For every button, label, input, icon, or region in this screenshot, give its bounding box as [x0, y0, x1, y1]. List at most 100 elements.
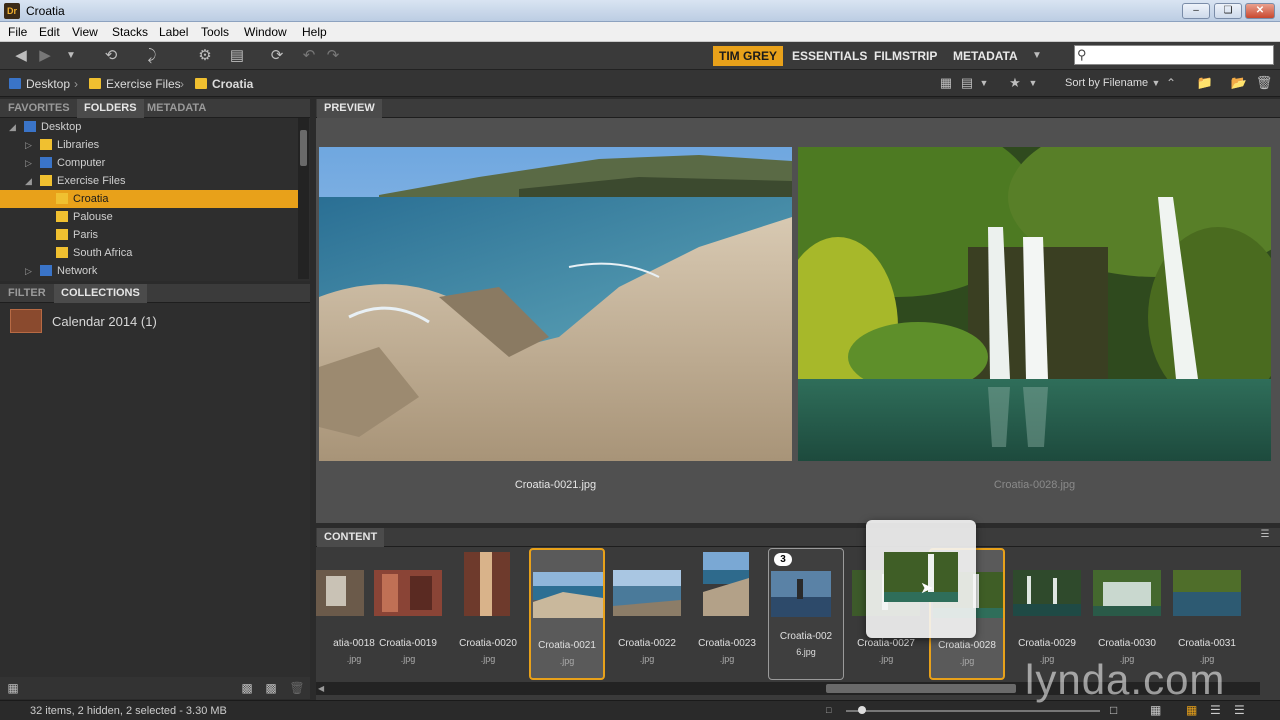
tree-item-croatia[interactable]: Croatia [0, 190, 298, 208]
thumbnail[interactable]: Croatia-0020 .jpg [450, 548, 526, 680]
rotate-left-icon[interactable]: ↶ [300, 47, 318, 65]
star-filter-icon[interactable]: ★ [1006, 74, 1024, 92]
open-in-camera-raw-icon[interactable]: ▤ [228, 47, 246, 65]
expand-triangle-icon[interactable]: ◢ [25, 172, 32, 190]
sync-icon[interactable]: ⟳ [268, 47, 286, 65]
tree-item-computer[interactable]: ▷ Computer [0, 154, 298, 172]
thumbnail-size-slider[interactable] [846, 710, 1100, 712]
thumbnail[interactable]: Croatia-0022 .jpg [609, 548, 685, 680]
chevron-down-icon[interactable]: ▼ [975, 74, 993, 92]
zoom-out-icon[interactable]: □ [826, 705, 831, 715]
view-mode-icon[interactable]: ▤ [958, 74, 976, 92]
collection-item[interactable]: Calendar 2014 (1) [52, 314, 157, 329]
tab-preview[interactable]: PREVIEW [317, 99, 382, 118]
tree-item-exercise-files[interactable]: ◢ Exercise Files [0, 172, 298, 190]
boomerang-icon[interactable]: ⟲ [102, 47, 120, 65]
back-arrow-icon[interactable]: ◀ [12, 47, 30, 65]
breadcrumb-desktop[interactable]: Desktop [26, 77, 70, 91]
menu-help[interactable]: Help [302, 25, 327, 39]
thumbnail[interactable]: Croatia-0023 .jpg [689, 548, 765, 680]
breadcrumb-croatia[interactable]: Croatia [212, 77, 253, 91]
tree-item-palouse[interactable]: Palouse [0, 208, 298, 226]
expand-triangle-icon[interactable]: ◢ [9, 118, 16, 136]
scroll-thumb[interactable] [300, 130, 307, 166]
cursor-icon: ➤ [920, 580, 934, 597]
delete-collection-icon[interactable]: 🗑 [288, 679, 306, 697]
workspace-filmstrip[interactable]: FILMSTRIP [868, 46, 943, 66]
breadcrumb-separator-icon: › [74, 77, 78, 91]
menu-edit[interactable]: Edit [39, 25, 60, 39]
collections-panel: FILTER COLLECTIONS Calendar 2014 (1) [0, 284, 310, 677]
panel-menu-icon[interactable]: ☰ [1256, 526, 1274, 544]
thumbnail-selected[interactable]: Croatia-0021 .jpg [529, 548, 605, 680]
new-collection-icon[interactable]: ▩ [262, 679, 280, 697]
details-view-icon[interactable]: ☰ [1210, 703, 1221, 717]
collapse-triangle-icon[interactable]: ▷ [25, 154, 32, 172]
quality-icon[interactable]: ▦ [937, 74, 955, 92]
folders-scrollbar[interactable] [298, 118, 309, 279]
menu-view[interactable]: View [72, 25, 98, 39]
new-smart-collection-icon[interactable]: ▩ [238, 679, 256, 697]
stack-count-badge[interactable]: 3 [774, 553, 792, 566]
zoom-in-icon[interactable]: □ [1110, 703, 1117, 717]
thumbnail-view-icon[interactable]: ▦ [1186, 703, 1197, 717]
trash-icon[interactable]: 🗑 [1255, 74, 1273, 92]
preview-image-waterfall[interactable] [798, 147, 1271, 461]
tab-metadata[interactable]: METADATA [140, 99, 213, 118]
tab-content[interactable]: CONTENT [317, 528, 385, 547]
chevron-down-icon[interactable]: ▼ [62, 47, 80, 65]
network-icon [40, 265, 52, 276]
menu-label[interactable]: Label [159, 25, 188, 39]
collection-icon [10, 309, 42, 333]
workspace-chevron-down-icon[interactable]: ▼ [1028, 47, 1046, 65]
refine-icon[interactable]: ⚙ [196, 47, 214, 65]
menu-tools[interactable]: Tools [201, 25, 229, 39]
scroll-left-icon[interactable]: ◀ [318, 684, 324, 693]
grid-view-icon[interactable]: ▦ [1150, 703, 1161, 717]
new-folder-icon[interactable]: 📂 [1230, 74, 1248, 92]
restore-button[interactable]: ❏ [1214, 3, 1242, 19]
chevron-down-icon[interactable]: ▼ [1024, 74, 1042, 92]
menu-stacks[interactable]: Stacks [112, 25, 148, 39]
collection-options-icon[interactable]: ▦ [4, 679, 22, 697]
tab-favorites[interactable]: FAVORITES [1, 99, 77, 118]
tree-item-paris[interactable]: Paris [0, 226, 298, 244]
folder-icon [56, 193, 68, 204]
list-view-icon[interactable]: ☰ [1234, 703, 1245, 717]
menu-file[interactable]: File [8, 25, 27, 39]
rotate-right-icon[interactable]: ↷ [324, 47, 342, 65]
tree-item-desktop[interactable]: ◢ Desktop [0, 118, 298, 136]
window-title: Croatia [26, 4, 65, 18]
title-bar: Dr Croatia – ❏ ✕ [0, 0, 1280, 22]
preview-image-coast[interactable] [319, 147, 792, 461]
search-input[interactable] [1074, 45, 1274, 65]
watermark-logo: lynda.com [1025, 656, 1226, 703]
slider-handle[interactable] [858, 706, 866, 714]
workspace-metadata[interactable]: METADATA [947, 46, 1024, 66]
collapse-triangle-icon[interactable]: ▷ [25, 136, 32, 154]
breadcrumb-exercise-files[interactable]: Exercise Files [106, 77, 181, 91]
tab-folders[interactable]: FOLDERS [77, 99, 144, 118]
tab-collections[interactable]: COLLECTIONS [54, 284, 147, 303]
scroll-thumb[interactable] [826, 684, 1016, 693]
tree-item-south-africa[interactable]: South Africa [0, 244, 298, 262]
forward-arrow-icon[interactable]: ▶ [36, 47, 54, 65]
open-recent-icon[interactable]: 📁 [1196, 74, 1214, 92]
thumbnail[interactable]: Croatia-0019 .jpg [370, 548, 446, 680]
thumbnail-stack[interactable]: 3 Croatia-002 6.jpg [768, 548, 844, 680]
app-logo-icon: Dr [4, 3, 20, 19]
tab-filter[interactable]: FILTER [1, 284, 53, 303]
minimize-button[interactable]: – [1182, 3, 1210, 19]
menu-window[interactable]: Window [244, 25, 287, 39]
tree-item-libraries[interactable]: ▷ Libraries [0, 136, 298, 154]
collapse-triangle-icon[interactable]: ▷ [25, 262, 32, 280]
tree-item-network[interactable]: ▷ Network [0, 262, 298, 280]
close-button[interactable]: ✕ [1245, 3, 1275, 19]
sort-dropdown[interactable]: Sort by Filename [1065, 77, 1148, 89]
sort-ascending-icon[interactable]: ⌃ [1162, 74, 1180, 92]
workspace-tim-grey[interactable]: TIM GREY [713, 46, 784, 66]
breadcrumb-separator-icon: › [180, 77, 184, 91]
workspace-essentials[interactable]: ESSENTIALS [786, 46, 873, 66]
camera-download-icon[interactable]: ⤸ [143, 47, 161, 65]
folders-panel: FAVORITES FOLDERS METADATA ◢ Desktop ▷ L… [0, 99, 310, 281]
